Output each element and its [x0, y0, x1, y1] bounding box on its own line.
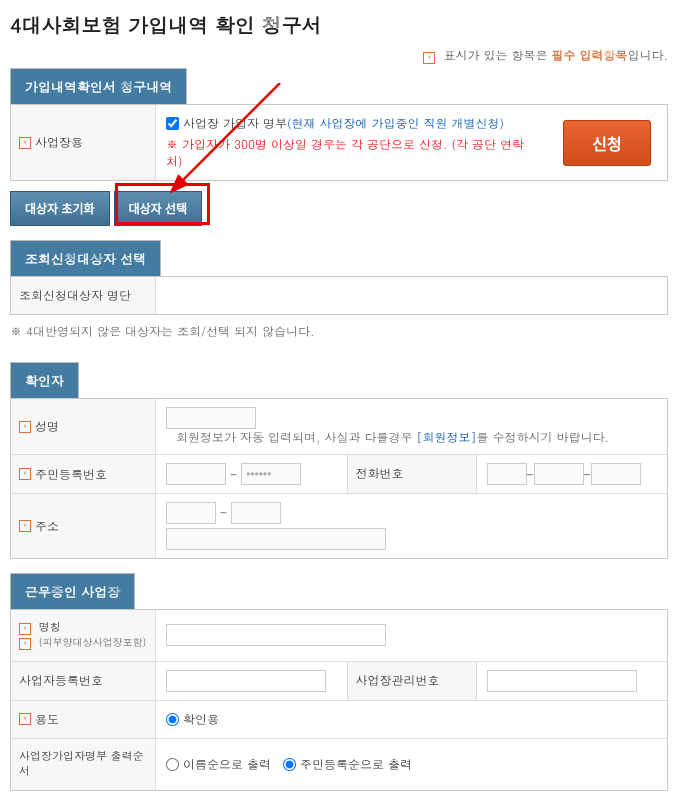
select-target-button[interactable]: 대상자 선택 — [114, 191, 203, 226]
workplace-section: * 명칭 * (피부양대상사업장포함) 사업자등록번호 사업장관리번호 — [10, 609, 668, 791]
mgmtno-label: 사업장관리번호 — [347, 662, 477, 700]
target-list-content — [156, 277, 667, 314]
addr-detail[interactable] — [166, 528, 386, 550]
addr-zip-2[interactable] — [231, 502, 281, 524]
name-label-cell: * 성명 — [11, 399, 156, 454]
verifier-section: * 성명 회원정보가 자동 입력되며, 사실과 다를경우 [회원정보]를 수정하… — [10, 398, 668, 559]
required-marker-icon: * — [19, 638, 31, 650]
required-marker-icon: * — [19, 421, 31, 433]
rrn-input-2[interactable] — [241, 463, 301, 485]
reset-target-button[interactable]: 대상자 초기화 — [10, 191, 110, 226]
required-marker-icon: * — [19, 137, 31, 149]
purpose-radio[interactable] — [166, 713, 179, 726]
target-section: 조회신청대상자 명단 — [10, 276, 668, 315]
rrn-label-cell: * 주민등록번호 — [11, 455, 156, 493]
required-marker-icon: * — [19, 713, 31, 725]
addr-label-cell: * 주소 — [11, 494, 156, 558]
regno-label: 사업자등록번호 — [11, 662, 156, 700]
purpose-label-cell: * 용도 — [11, 701, 156, 738]
phone-input-2[interactable] — [534, 463, 584, 485]
order-radio-rrn-option[interactable]: 주민등록순으로 출력 — [283, 756, 412, 773]
required-marker-icon: * — [19, 468, 31, 480]
regno-input[interactable] — [166, 670, 326, 692]
biz-type-label: 사업장용 — [35, 134, 83, 151]
purpose-radio-option[interactable]: 확인용 — [166, 711, 219, 728]
phone-label: 전화번호 — [347, 455, 477, 493]
biz-type-label-cell: * 사업장용 — [11, 105, 156, 180]
apply-button[interactable]: 신청 — [563, 120, 650, 166]
section-tab-workplace: 근무중인 사업장 — [10, 573, 135, 609]
target-list-label: 조회신청대상자 명단 — [11, 277, 156, 314]
wp-name-input[interactable] — [166, 624, 386, 646]
order-radio-name[interactable] — [166, 758, 179, 771]
required-marker-icon: * — [423, 52, 435, 64]
section-tab-verifier: 확인자 — [10, 362, 79, 398]
wp-name-label-cell: * 명칭 * (피부양대상사업장포함) — [11, 610, 156, 661]
member-info-link[interactable]: [회원정보] — [417, 429, 477, 446]
order-label: 사업장가입자명부 출력순서 — [11, 739, 156, 790]
required-marker-icon: * — [19, 520, 31, 532]
section-tab-claim: 가입내역확인서 청구내역 — [10, 68, 187, 104]
warning-text: ※ 가입자가 300명 이상일 경우는 각 공단으로 신청. (각 공단 연락처… — [166, 136, 537, 170]
phone-input-1[interactable] — [487, 463, 527, 485]
note-text: ※ 4대반영되지 않은 대상자는 조회/선택 되지 않습니다. — [10, 315, 668, 348]
mgmtno-input[interactable] — [487, 670, 637, 692]
biz-member-list-checkbox[interactable] — [166, 117, 179, 130]
rrn-input-1[interactable] — [166, 463, 226, 485]
required-note: * 표시가 있는 항목은 필수 입력항목입니다. — [10, 47, 668, 64]
order-radio-name-option[interactable]: 이름순으로 출력 — [166, 756, 271, 773]
page-title: 4대사회보험 가입내역 확인 청구서 — [10, 10, 668, 39]
name-input[interactable] — [166, 407, 256, 429]
order-radio-rrn[interactable] — [283, 758, 296, 771]
required-marker-icon: * — [19, 623, 31, 635]
claim-section: * 사업장용 사업장 가입자 명부 (현재 사업장에 가입중인 직원 개별신청)… — [10, 104, 668, 181]
phone-input-3[interactable] — [591, 463, 641, 485]
addr-zip-1[interactable] — [166, 502, 216, 524]
checkbox-desc: (현재 사업장에 가입중인 직원 개별신청) — [287, 115, 504, 132]
checkbox-label: 사업장 가입자 명부 — [183, 115, 287, 132]
section-tab-target: 조회신청대상자 선택 — [10, 240, 161, 276]
name-info: 회원정보가 자동 입력되며, 사실과 다를경우 [회원정보]를 수정하시기 바랍… — [176, 429, 609, 446]
biz-type-content: 사업장 가입자 명부 (현재 사업장에 가입중인 직원 개별신청) ※ 가입자가… — [156, 105, 547, 180]
